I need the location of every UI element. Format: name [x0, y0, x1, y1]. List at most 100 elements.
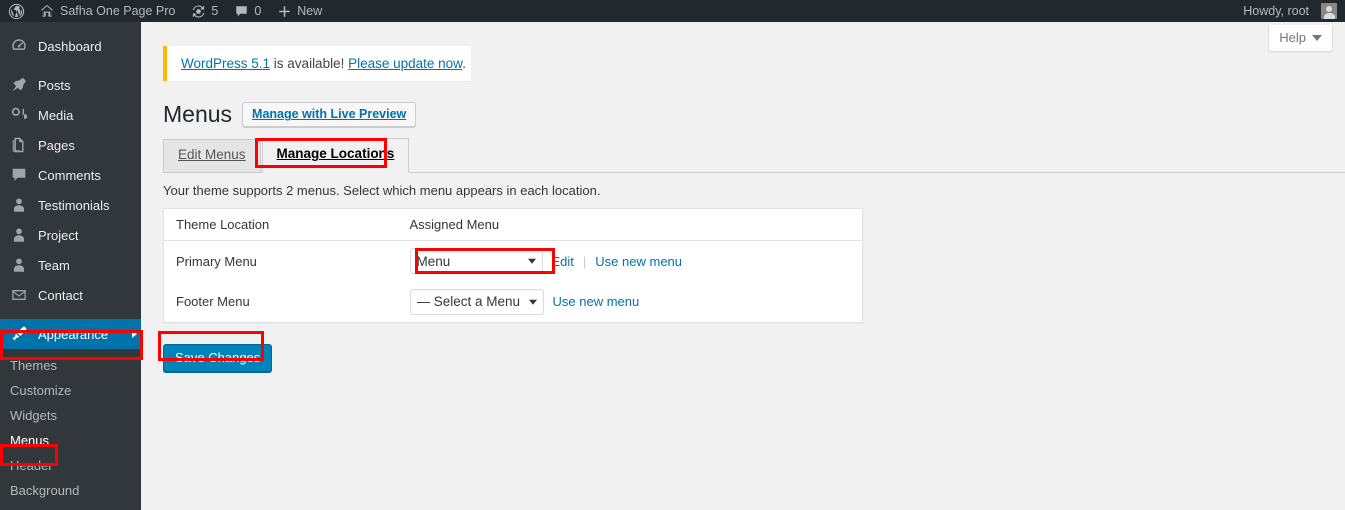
sidebar-item-label: Team	[38, 257, 70, 273]
footer-menu-select[interactable]: — Select a Menu —	[409, 288, 544, 315]
user-icon	[9, 225, 29, 245]
sidebar-item-label: Posts	[38, 77, 71, 93]
sidebar-subitem-themes[interactable]: Themes	[0, 353, 141, 378]
edit-menu-link[interactable]: Edit	[552, 254, 574, 269]
dashboard-icon	[9, 36, 29, 56]
notice-middle-text: is available!	[270, 56, 349, 71]
sidebar-spacer-top	[0, 22, 141, 31]
sidebar-subitem-widgets[interactable]: Widgets	[0, 403, 141, 428]
sidebar-item-media[interactable]: Media	[0, 100, 141, 130]
brush-icon	[9, 324, 29, 344]
save-changes-button[interactable]: Save Changes	[163, 344, 273, 372]
chevron-right-icon	[132, 330, 137, 338]
column-header-assigned-menu: Assigned Menu	[409, 208, 863, 241]
main-content-area: Help WordPress 5.1 is available! Please …	[141, 22, 1345, 510]
comment-bubble-icon	[234, 4, 249, 19]
sidebar-subitem-label: Menus	[10, 433, 50, 448]
sidebar-item-appearance[interactable]: Appearance	[0, 319, 141, 349]
sidebar-item-project[interactable]: Project	[0, 220, 141, 250]
admin-bar: Safha One Page Pro 5 0 New Howdy, root	[0, 0, 1345, 22]
link-separator: |	[582, 253, 587, 269]
help-label: Help	[1279, 30, 1306, 45]
tab-manage-locations[interactable]: Manage Locations	[261, 138, 410, 173]
howdy-label: Howdy, root	[1243, 4, 1309, 18]
sidebar-item-label: Project	[38, 227, 79, 243]
sidebar-subitem-label: Customize	[10, 383, 72, 398]
page-title: Menus	[163, 101, 233, 127]
comments-count: 0	[254, 4, 262, 18]
tab-edit-menus[interactable]: Edit Menus	[163, 139, 261, 172]
sidebar-item-label: Testimonials	[38, 197, 110, 213]
sidebar-item-posts[interactable]: Posts	[0, 70, 141, 100]
cell-assigned-menu: — Select a Menu — Use new menu	[409, 282, 863, 323]
sidebar-separator-1	[0, 61, 141, 70]
table-body: Primary Menu Menu Edit | Use new menu Fo…	[164, 241, 863, 323]
locations-description: Your theme supports 2 menus. Select whic…	[163, 183, 601, 198]
primary-menu-select-wrap: Menu	[409, 248, 543, 275]
comments-icon	[9, 165, 29, 185]
manage-with-live-preview-button[interactable]: Manage with Live Preview	[242, 102, 417, 128]
new-content-label: New	[297, 4, 323, 18]
user-icon	[9, 255, 29, 275]
avatar	[1321, 3, 1337, 19]
cell-assigned-menu: Menu Edit | Use new menu	[409, 241, 863, 282]
sidebar-item-pages[interactable]: Pages	[0, 130, 141, 160]
table-header-row: Theme Location Assigned Menu	[163, 208, 863, 241]
updates-count: 5	[211, 4, 219, 18]
cell-theme-location: Footer Menu	[176, 294, 250, 310]
admin-sidebar-menu: Dashboard Posts Media Pages Comments Tes…	[0, 22, 141, 510]
sidebar-subitem-background[interactable]: Background	[0, 478, 141, 503]
notice-period: .	[462, 56, 466, 71]
wordpress-logo-menu[interactable]	[0, 0, 31, 22]
sidebar-subitem-header[interactable]: Header	[0, 453, 141, 478]
sidebar-item-label: Dashboard	[38, 38, 102, 54]
sidebar-subitem-label: Widgets	[10, 408, 57, 423]
chevron-down-icon	[1312, 34, 1322, 41]
use-new-menu-link[interactable]: Use new menu	[595, 254, 682, 269]
wordpress-icon	[8, 3, 25, 20]
update-now-link[interactable]: Please update now	[348, 56, 462, 71]
sidebar-item-comments[interactable]: Comments	[0, 160, 141, 190]
sidebar-item-label: Media	[38, 107, 74, 123]
new-content-menu[interactable]: New	[269, 0, 330, 22]
site-name-menu[interactable]: Safha One Page Pro	[31, 0, 183, 22]
primary-menu-select[interactable]: Menu	[409, 248, 543, 275]
admin-bar-right: Howdy, root	[1235, 0, 1345, 22]
help-tab-button[interactable]: Help	[1268, 25, 1333, 52]
table-row: Primary Menu Menu Edit | Use new menu	[164, 241, 863, 282]
sidebar-item-label: Comments	[38, 167, 101, 183]
wordpress-version-link[interactable]: WordPress 5.1	[181, 56, 270, 71]
nav-tab-wrapper: Edit Menus Manage Locations	[163, 138, 1345, 173]
sidebar-subitem-customize[interactable]: Customize	[0, 378, 141, 403]
pages-icon	[9, 135, 29, 155]
column-header-theme-location: Theme Location	[163, 208, 410, 241]
sidebar-item-testimonials[interactable]: Testimonials	[0, 190, 141, 220]
appearance-submenu: Themes Customize Widgets Menus Header Ba…	[0, 349, 141, 507]
footer-menu-select-wrap: — Select a Menu —	[409, 288, 544, 315]
updates-menu[interactable]: 5	[183, 0, 226, 22]
use-new-menu-link[interactable]: Use new menu	[553, 294, 640, 309]
menu-locations-table: Theme Location Assigned Menu Primary Men…	[163, 208, 863, 323]
table-head: Theme Location Assigned Menu	[163, 208, 863, 241]
media-icon	[9, 105, 29, 125]
comments-menu[interactable]: 0	[226, 0, 269, 22]
sidebar-subitem-label: Background	[10, 483, 80, 498]
sidebar-item-team[interactable]: Team	[0, 250, 141, 280]
sidebar-item-label: Pages	[38, 137, 75, 153]
sidebar-item-dashboard[interactable]: Dashboard	[0, 31, 141, 61]
sidebar-item-label: Contact	[38, 287, 83, 303]
cell-theme-location: Primary Menu	[176, 253, 257, 269]
table-row: Footer Menu — Select a Menu — Use new me…	[164, 282, 863, 323]
updates-icon	[191, 4, 206, 19]
sidebar-subitem-label: Header	[10, 458, 53, 473]
my-account-menu[interactable]: Howdy, root	[1235, 0, 1337, 22]
pin-icon	[9, 75, 29, 95]
sidebar-subitem-menus[interactable]: Menus	[0, 428, 141, 453]
sidebar-item-label: Appearance	[38, 326, 109, 342]
mail-icon	[9, 285, 29, 305]
plus-icon	[277, 4, 292, 19]
sidebar-item-contact[interactable]: Contact	[0, 280, 141, 310]
update-notice: WordPress 5.1 is available! Please updat…	[163, 46, 471, 81]
page-header: Menus Manage with Live Preview	[163, 100, 417, 130]
user-icon	[9, 195, 29, 215]
